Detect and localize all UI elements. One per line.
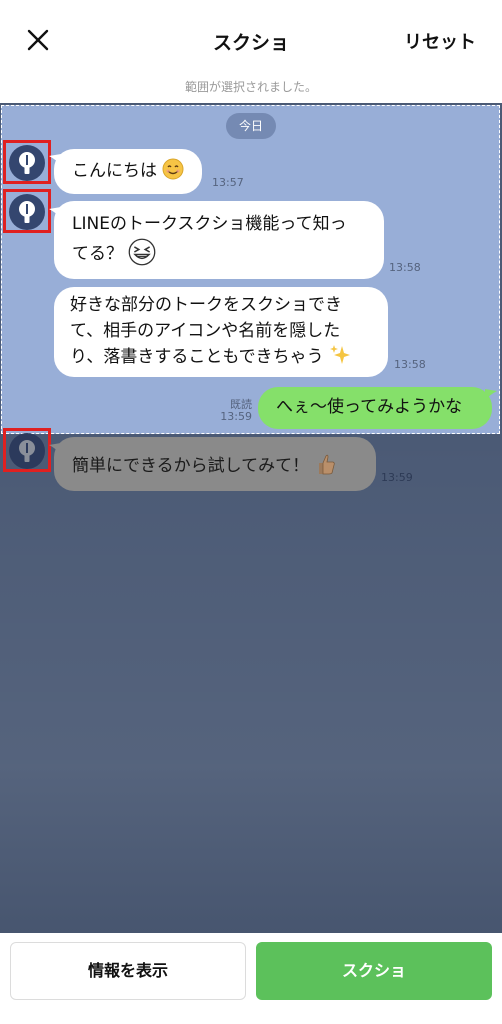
message-text-line: り、落書きすることもできちゃう (70, 347, 324, 367)
message-bubble[interactable]: へぇ～使ってみようかな (258, 387, 492, 429)
avatar (9, 433, 45, 469)
avatar-highlight[interactable] (3, 140, 51, 184)
message-bubble[interactable]: 好きな部分のトークをスクショでき て、相手のアイコンや名前を隠した り、落書きす… (54, 287, 388, 377)
message-text: こんにちは (72, 161, 157, 181)
message-time: 13:59 (220, 410, 252, 423)
date-label: 今日 (226, 113, 276, 139)
message-text: 簡単にできるから試してみて！ (72, 456, 310, 476)
show-info-button[interactable]: 情報を表示 (10, 942, 246, 1000)
smile-emoji-icon (162, 158, 184, 180)
message-time: 13:57 (212, 176, 244, 189)
message-time: 13:58 (394, 358, 426, 371)
screenshot-button[interactable]: スクショ (256, 942, 492, 1000)
message-text-line: て、相手のアイコンや名前を隠した (70, 321, 341, 341)
lightbulb-icon (19, 201, 35, 223)
avatar-highlight[interactable] (3, 428, 51, 472)
thumbs-up-emoji-icon (318, 454, 335, 475)
reset-button[interactable]: リセット (404, 28, 476, 54)
message-time: 13:58 (389, 261, 421, 274)
message-text-line: てる？ (72, 244, 123, 264)
avatar (9, 194, 45, 230)
header: スクショ リセット 範囲が選択されました。 (0, 0, 502, 94)
message-bubble[interactable]: こんにちは (54, 149, 203, 194)
message-bubble[interactable]: 簡単にできるから試してみて！ (54, 437, 376, 491)
lightbulb-icon (19, 152, 35, 174)
selection-status-text: 範囲が選択されました。 (184, 80, 317, 94)
bubble-tail (485, 389, 497, 401)
message-time: 13:59 (381, 471, 413, 484)
avatar-highlight[interactable] (3, 189, 51, 233)
avatar (9, 145, 45, 181)
message-text-line: LINEのトークスクショ機能って知っ (72, 214, 347, 234)
message-bubble[interactable]: LINEのトークスクショ機能って知っ てる？ (54, 201, 384, 279)
lightbulb-icon (19, 440, 35, 462)
close-icon[interactable] (24, 26, 52, 54)
footer: 情報を表示 スクショ (0, 933, 502, 1024)
message-text: へぇ～使ってみようかな (276, 397, 463, 417)
chat-area[interactable]: 今日 こんにちは 13:57 LINEのトークスクショ機能って知っ てる？ 13… (0, 103, 502, 933)
sparkles-emoji-icon (330, 345, 351, 364)
message-text-line: 好きな部分のトークをスクショでき (70, 295, 342, 315)
grin-squint-emoji-icon (129, 238, 156, 266)
